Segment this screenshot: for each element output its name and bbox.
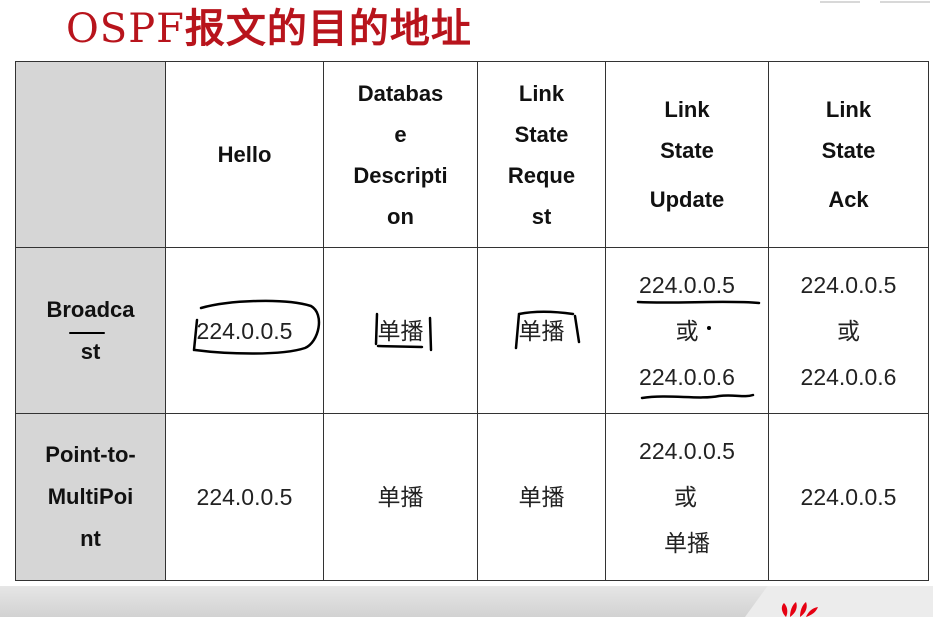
table-cell-p2mp-link-state-ack: 224.0.0.5	[768, 413, 929, 581]
cell-value: 224.0.0.5	[800, 484, 897, 510]
table-row-point-to-multipoint: Point-to- MultiPoi nt 224.0.0.5 单播 单播 22…	[15, 413, 929, 581]
column-header-line: Ack	[828, 187, 869, 212]
table-cell-broadcast-link-state-request: 单播	[477, 247, 606, 414]
column-header-hello: Hello	[165, 61, 324, 248]
column-header-line: on	[387, 203, 414, 229]
table-cell-broadcast-lsu-wrap: 224.0.0.5 或 224.0.0.6	[636, 262, 761, 400]
column-header-hello-text: Hello	[217, 142, 272, 167]
column-header-line: Link	[664, 97, 710, 122]
table-cell-p2mp-link-state-update: 224.0.0.5 或 单播	[605, 413, 769, 581]
ospf-destination-table: Hello Databas e Descripti on Link State …	[15, 61, 929, 581]
table-header-row: Hello Databas e Descripti on Link State …	[15, 61, 929, 248]
table-row-broadcast: Broadca st 224.0.0.5 单播 单播 224.0.0.5 或 2…	[15, 247, 929, 414]
row-header-broadcast-wrap: Broadca st	[46, 289, 134, 373]
header-decoration	[820, 1, 930, 3]
cell-value: 或	[674, 484, 697, 510]
row-header-line: nt	[80, 526, 101, 551]
slide-title-suffix: 报文的目的地址	[184, 5, 472, 52]
table-cell-broadcast-link-state-ack: 224.0.0.5 或 224.0.0.6	[768, 247, 929, 414]
table-cell-broadcast-database-description: 单播	[323, 247, 478, 414]
cell-value: 224.0.0.5	[800, 271, 897, 298]
column-header-link-state-ack: Link State Ack	[768, 61, 929, 248]
column-header-link-state-update: Link State Update	[605, 61, 769, 248]
cell-value: 单播	[518, 317, 565, 344]
column-header-line: st	[531, 203, 552, 229]
table-cell-broadcast-dd-wrap: 单播	[374, 308, 432, 354]
row-header-line: Point-to-	[45, 442, 136, 467]
table-cell-broadcast-lsr-wrap: 单播	[514, 308, 580, 354]
column-header-line: Link	[825, 97, 872, 122]
slide-title-prefix: OSPF	[66, 6, 185, 52]
row-header-line: MultiPoi	[47, 484, 134, 509]
column-header-line: Descripti	[353, 162, 448, 188]
column-header-line: State	[514, 121, 569, 147]
table-cell-p2mp-hello: 224.0.0.5	[165, 413, 324, 581]
row-header-line: Broadca	[46, 296, 135, 322]
cell-value: 224.0.0.5	[639, 438, 735, 464]
cell-value: 单播	[377, 317, 424, 344]
footer-panel	[745, 586, 933, 617]
column-header-line: e	[394, 121, 407, 147]
cell-value: 单播	[518, 484, 565, 510]
table-cell-p2mp-link-state-request: 单播	[477, 413, 606, 581]
column-header-line: Reque	[507, 162, 576, 188]
table-cell-broadcast-link-state-update: 224.0.0.5 或 224.0.0.6	[605, 247, 769, 414]
cell-value: 224.0.0.5	[196, 317, 293, 344]
column-header-link-state-request: Link State Reque st	[477, 61, 606, 248]
cell-value: 或	[837, 317, 860, 344]
cell-value: 单播	[664, 530, 710, 556]
huawei-logo-icon	[781, 602, 818, 617]
column-header-line: State	[660, 138, 714, 163]
column-header-line: Update	[649, 187, 725, 212]
cell-value: 224.0.0.5	[639, 271, 735, 298]
row-header-point-to-multipoint: Point-to- MultiPoi nt	[15, 413, 166, 581]
cell-value: 224.0.0.6	[800, 363, 897, 390]
table-corner-cell	[15, 61, 166, 248]
row-header-broadcast: Broadca st	[15, 247, 166, 414]
column-header-line: Link	[518, 80, 565, 106]
table-cell-p2mp-database-description: 单播	[323, 413, 478, 581]
column-header-line: State	[821, 138, 876, 163]
cell-value: 224.0.0.5	[196, 484, 293, 510]
cell-value: 224.0.0.6	[639, 363, 735, 390]
column-header-line: Databas	[357, 80, 444, 106]
table-cell-broadcast-hello: 224.0.0.5	[165, 247, 324, 414]
cell-value: 或	[675, 317, 699, 344]
column-header-database-description: Databas e Descripti on	[323, 61, 478, 248]
table-cell-broadcast-hello-wrap: 224.0.0.5	[192, 299, 320, 355]
cell-value: 单播	[377, 484, 424, 510]
slide-title: OSPF报文的目的地址	[66, 0, 472, 54]
row-header-line: st	[80, 338, 101, 364]
